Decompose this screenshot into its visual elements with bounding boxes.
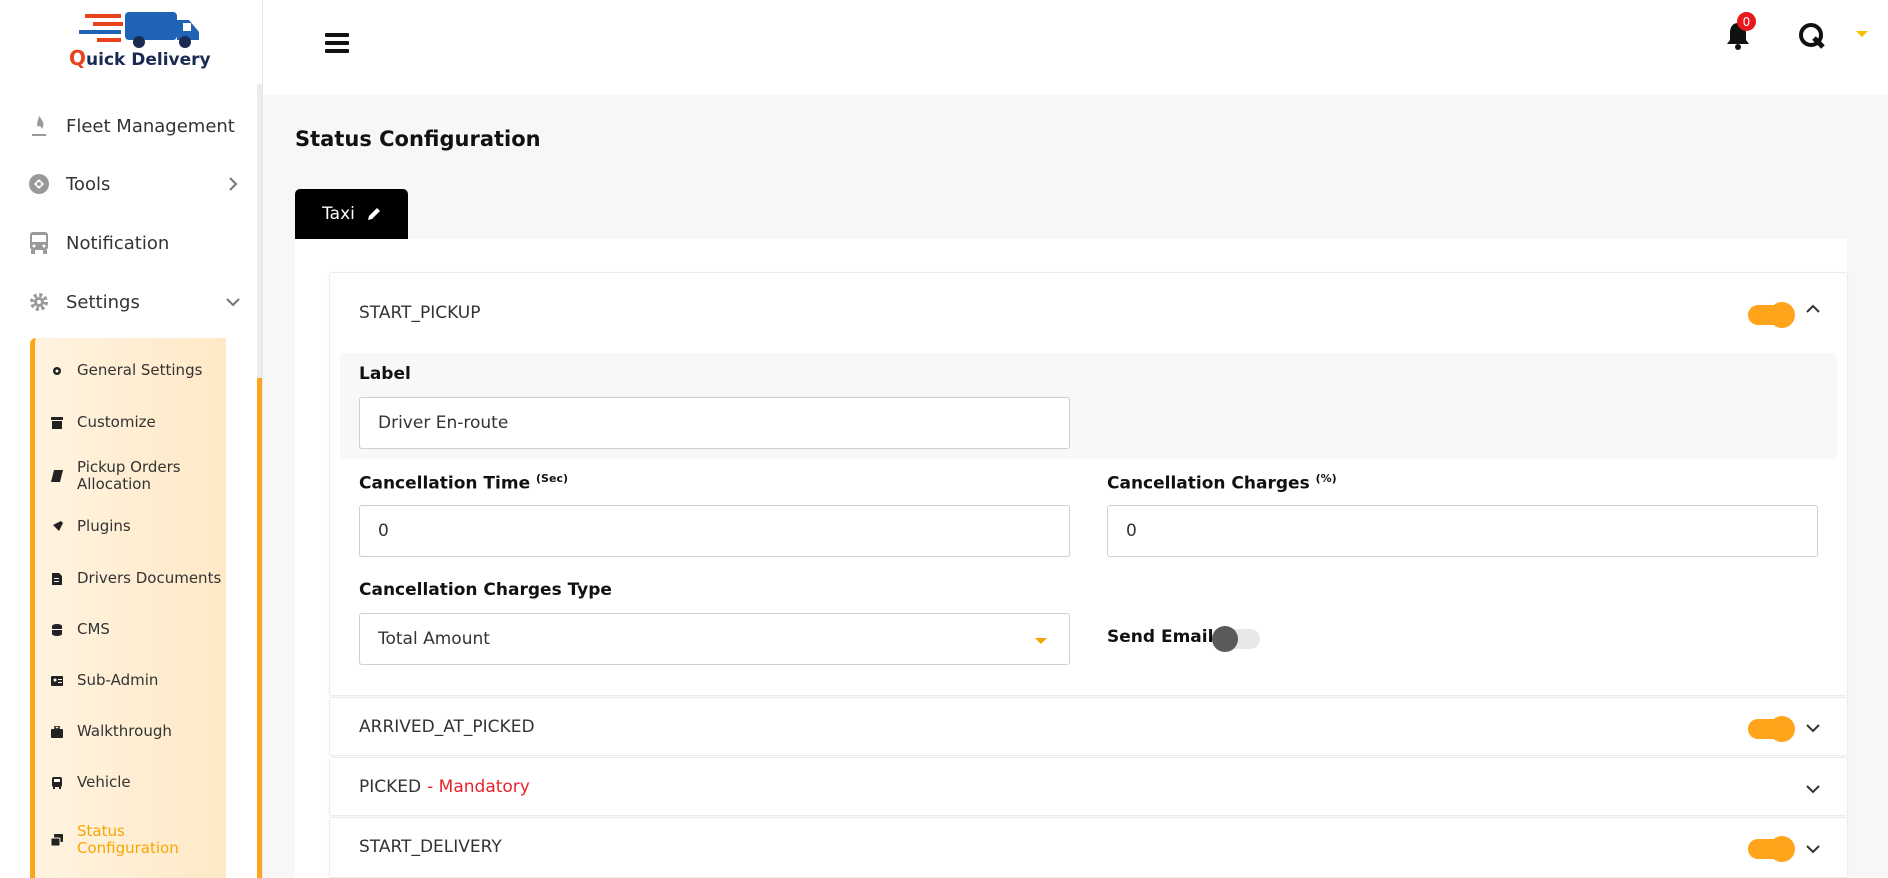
menu-toggle-button[interactable]	[325, 33, 349, 53]
submenu-item-label: Pickup Orders Allocation	[77, 458, 181, 493]
chevron-down-icon[interactable]	[1805, 841, 1821, 857]
status-enabled-toggle[interactable]	[1748, 716, 1795, 742]
submenu-item-general-settings[interactable]: General Settings	[51, 362, 226, 379]
submenu-item-label: CMS	[77, 620, 110, 638]
status-panel-arrived-at-picked[interactable]: ARRIVED_AT_PICKED	[329, 697, 1848, 756]
briefcase-icon	[51, 725, 63, 738]
database-icon	[52, 623, 62, 636]
submenu-item-pickup-orders-allocation[interactable]: Pickup Orders Allocation	[51, 459, 226, 493]
sidebar-item-fleet-management[interactable]: Fleet Management	[26, 106, 235, 146]
bus-icon	[26, 230, 52, 256]
notification-badge: 0	[1737, 12, 1756, 31]
submenu-item-label: Plugins	[77, 517, 131, 535]
document-icon	[52, 572, 62, 585]
gear-icon	[26, 289, 52, 315]
status-name-row: PICKED - Mandatory	[359, 777, 530, 797]
sidebar-item-label: Settings	[66, 291, 140, 313]
chevron-down-icon	[226, 298, 240, 307]
submenu-item-label: Sub-Admin	[77, 671, 159, 689]
user-avatar[interactable]	[1796, 20, 1828, 52]
id-card-icon	[51, 675, 63, 686]
submenu-item-label: General Settings	[77, 361, 203, 379]
status-name: START_DELIVERY	[359, 837, 502, 857]
submenu-item-status-configuration[interactable]: Status Configuration	[51, 823, 226, 857]
sidebar: Quick Delivery Fleet Management Tools No…	[0, 0, 263, 878]
label-title: Label	[359, 364, 411, 384]
label-input[interactable]	[359, 397, 1070, 449]
sidebar-scrollbar-thumb[interactable]	[257, 378, 262, 878]
sidebar-item-label: Tools	[66, 173, 111, 195]
tab-taxi[interactable]: Taxi	[295, 189, 408, 239]
cancellation-charges-title: Cancellation Charges (%)	[1107, 472, 1337, 494]
dropdown-caret-icon	[1035, 638, 1047, 644]
submenu-item-label: Customize	[77, 413, 156, 431]
unit-label: (Sec)	[536, 472, 568, 485]
sidebar-item-label: Notification	[66, 232, 170, 254]
plug-icon	[51, 520, 63, 533]
brand-name: Quick Delivery	[69, 46, 211, 70]
flame-icon	[26, 113, 52, 139]
sidebar-item-tools[interactable]: Tools	[26, 164, 238, 204]
book-icon	[51, 470, 63, 482]
field-title-text: Cancellation Charges	[1107, 473, 1310, 494]
cancellation-charges-type-title: Cancellation Charges Type	[359, 580, 612, 600]
submenu-item-cms[interactable]: CMS	[51, 621, 226, 638]
selected-value: Total Amount	[378, 629, 490, 649]
submenu-item-label: Drivers Documents	[77, 569, 222, 587]
mandatory-label: - Mandatory	[427, 777, 530, 797]
chevron-down-icon[interactable]	[1805, 781, 1821, 797]
status-name: PICKED	[359, 777, 422, 797]
layers-icon	[51, 834, 63, 846]
status-enabled-toggle[interactable]	[1748, 302, 1795, 328]
submenu-item-walkthrough[interactable]: Walkthrough	[51, 723, 226, 740]
sidebar-item-notification[interactable]: Notification	[26, 223, 169, 263]
send-email-title: Send Email	[1107, 627, 1214, 647]
hamburger-icon	[325, 33, 349, 37]
cancellation-time-title: Cancellation Time (Sec)	[359, 472, 568, 494]
submenu-item-label: Status Configuration	[77, 822, 179, 857]
status-panel-start-delivery[interactable]: START_DELIVERY	[329, 817, 1848, 878]
submenu-item-label: Walkthrough	[77, 722, 172, 740]
user-menu-caret-icon[interactable]	[1856, 31, 1868, 37]
bus-icon	[52, 776, 62, 789]
settings-submenu: General Settings Customize Pickup Orders…	[30, 338, 226, 878]
status-enabled-toggle[interactable]	[1748, 836, 1795, 862]
cancellation-time-input[interactable]	[359, 505, 1070, 557]
submenu-item-vehicle[interactable]: Vehicle	[51, 774, 226, 791]
send-email-toggle[interactable]	[1212, 626, 1260, 652]
archive-icon	[51, 416, 63, 429]
hamburger-icon	[325, 41, 349, 45]
cancellation-charges-input[interactable]	[1107, 505, 1818, 557]
chevron-right-icon	[229, 177, 238, 191]
status-name[interactable]: START_PICKUP	[359, 303, 480, 323]
chevron-down-icon[interactable]	[1805, 720, 1821, 736]
submenu-item-drivers-documents[interactable]: Drivers Documents	[51, 570, 226, 587]
status-name: ARRIVED_AT_PICKED	[359, 717, 535, 737]
page-title: Status Configuration	[295, 127, 541, 151]
tab-label: Taxi	[322, 204, 355, 224]
tools-icon	[26, 171, 52, 197]
field-title-text: Cancellation Time	[359, 473, 531, 494]
gear-icon	[53, 366, 61, 375]
submenu-item-sub-admin[interactable]: Sub-Admin	[51, 672, 226, 689]
sidebar-item-label: Fleet Management	[66, 115, 235, 137]
cancellation-charges-type-select[interactable]: Total Amount	[359, 613, 1070, 665]
pencil-icon[interactable]	[367, 207, 381, 221]
hamburger-icon	[325, 49, 349, 53]
unit-label: (%)	[1315, 472, 1337, 485]
status-panel-picked[interactable]: PICKED - Mandatory	[329, 757, 1848, 816]
top-header: 0	[263, 0, 1888, 95]
submenu-item-plugins[interactable]: Plugins	[51, 518, 226, 535]
submenu-item-customize[interactable]: Customize	[51, 414, 226, 431]
chevron-up-icon[interactable]	[1805, 301, 1821, 317]
submenu-item-label: Vehicle	[77, 773, 131, 791]
sidebar-item-settings[interactable]: Settings	[26, 282, 240, 322]
